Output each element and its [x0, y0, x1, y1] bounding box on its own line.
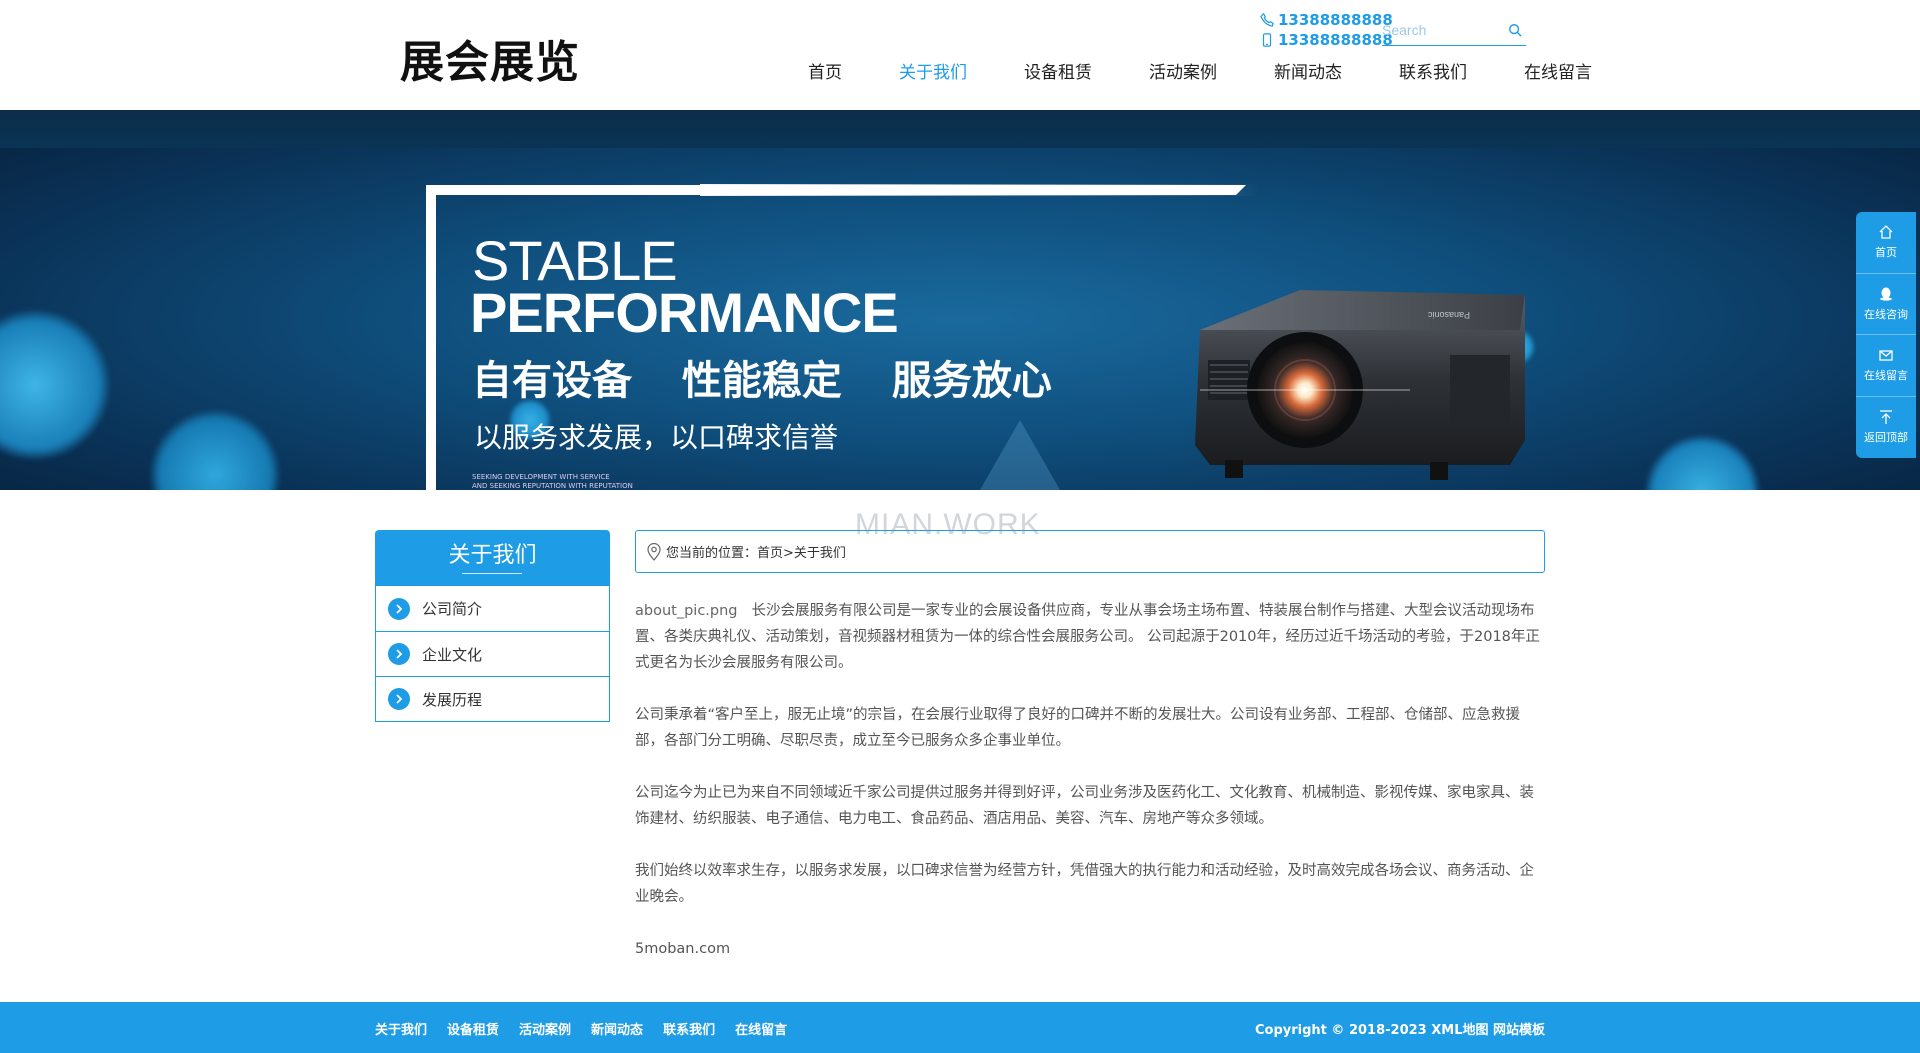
banner-en-line-2: PERFORMANCE — [470, 281, 899, 344]
sidebar-item-history[interactable]: 发展历程 — [376, 676, 609, 721]
footer-link-about[interactable]: 关于我们 — [375, 1019, 427, 1038]
mobile-icon — [1262, 33, 1272, 47]
float-message-label: 在线留言 — [1864, 369, 1908, 383]
phone-numbers: 13388888888 13388888888 — [1260, 10, 1393, 50]
content-paragraph-4: 我们始终以效率求生存，以服务求发展，以口碑求信誉为经营方针，凭借强大的执行能力和… — [635, 863, 1534, 905]
sidebar-title-text: 关于我们 — [448, 543, 537, 568]
banner-cn-line-1: 自有设备 性能稳定 服务放心 — [472, 358, 1052, 404]
float-home-label: 首页 — [1875, 246, 1897, 260]
sidebar-item-label: 企业文化 — [422, 645, 483, 664]
footer-link-news[interactable]: 新闻动态 — [591, 1019, 643, 1038]
phone-number-1: 13388888888 — [1278, 11, 1393, 29]
float-back-to-top-label: 返回顶部 — [1864, 431, 1908, 445]
float-consult-label: 在线咨询 — [1864, 307, 1908, 321]
footer-link-rental[interactable]: 设备租赁 — [447, 1019, 499, 1038]
footer-link-message[interactable]: 在线留言 — [735, 1019, 787, 1038]
breadcrumb-text: 您当前的位置：首页>关于我们 — [666, 546, 846, 561]
banner-frame-fade — [700, 184, 1260, 196]
article-content: about_pic.png 长沙会展服务有限公司是一家专业的会展设备供应商，专业从… — [635, 598, 1545, 988]
banner-small-text: SEEKING DEVELOPMENT WITH SERVICE AND SEE… — [472, 473, 633, 490]
footer-link-cases[interactable]: 活动案例 — [519, 1019, 571, 1038]
nav-contact[interactable]: 联系我们 — [1399, 58, 1467, 83]
left-sidebar: 关于我们 公司简介 企业文化 发展历程 — [375, 530, 610, 722]
banner-small-line-1: SEEKING DEVELOPMENT WITH SERVICE — [472, 473, 610, 481]
sidebar-title-underline — [462, 573, 522, 574]
sidebar-list: 公司简介 企业文化 发展历程 — [375, 586, 610, 722]
sidebar-item-label: 公司简介 — [422, 600, 483, 618]
location-pin-icon — [647, 542, 661, 561]
sidebar-item-label: 发展历程 — [422, 690, 483, 709]
nav-about[interactable]: 关于我们 — [899, 58, 967, 83]
decor-bubble — [150, 410, 280, 490]
sidebar-item-culture[interactable]: 企业文化 — [376, 631, 609, 676]
content-paragraph-1-text: 长沙会展服务有限公司是一家专业的会展设备供应商，专业从事会场主场布置、特装展台制… — [635, 603, 1540, 671]
qq-icon — [1880, 287, 1892, 301]
banner-cn-line-2: 以服务求发展，以口碑求信誉 — [474, 421, 839, 454]
phone-row-1: 13388888888 — [1260, 10, 1393, 30]
mail-icon — [1879, 350, 1893, 361]
site-footer: 关于我们 设备租赁 活动案例 新闻动态 联系我们 在线留言 Copyright … — [0, 1002, 1920, 1053]
content-paragraph-5: 5moban.com — [635, 941, 731, 957]
back-to-top-icon — [1880, 410, 1892, 425]
phone-icon — [1260, 13, 1274, 27]
float-back-to-top-button[interactable]: 返回顶部 — [1856, 397, 1916, 459]
sidebar-title: 关于我们 — [375, 530, 610, 586]
site-logo[interactable]: 展会展览 — [400, 26, 580, 90]
phone-number-2: 13388888888 — [1278, 31, 1393, 49]
chevron-right-icon — [388, 688, 410, 710]
nav-equipment-rental[interactable]: 设备租赁 — [1024, 58, 1092, 83]
hero-banner: STABLE PERFORMANCE 自有设备 性能稳定 服务放心 以服务求发展… — [0, 110, 1920, 490]
search-icon[interactable] — [1508, 23, 1522, 37]
home-icon — [1879, 225, 1893, 239]
projector-image: Panasonic — [1195, 290, 1525, 480]
footer-link-contact[interactable]: 联系我们 — [663, 1019, 715, 1038]
float-home-button[interactable]: 首页 — [1856, 212, 1916, 274]
side-float-toolbar: 首页 在线咨询 在线留言 返回顶部 — [1856, 212, 1916, 458]
decor-bubble — [1645, 435, 1760, 490]
content-paragraph-2: 公司秉承着“客户至上，服无止境”的宗旨，在会展行业取得了良好的口碑并不断的发展壮… — [635, 707, 1521, 749]
search-input[interactable] — [1382, 16, 1502, 44]
nav-news[interactable]: 新闻动态 — [1274, 58, 1342, 83]
nav-message[interactable]: 在线留言 — [1524, 58, 1592, 83]
chevron-right-icon — [388, 643, 410, 665]
sidebar-item-company-profile[interactable]: 公司简介 — [376, 586, 609, 631]
search-box — [1382, 16, 1526, 46]
projector-brand: Panasonic — [1427, 310, 1470, 320]
phone-row-2: 13388888888 — [1260, 30, 1393, 50]
nav-cases[interactable]: 活动案例 — [1149, 58, 1217, 83]
banner-top-strip — [0, 110, 1920, 148]
main-nav: 首页 关于我们 设备租赁 活动案例 新闻动态 联系我们 在线留言 — [808, 58, 1592, 83]
decor-bubble — [0, 310, 110, 460]
about-image-broken: about_pic.png — [635, 603, 738, 619]
chevron-right-icon — [388, 597, 410, 620]
content-paragraph-1: about_pic.png 长沙会展服务有限公司是一家专业的会展设备供应商，专业从… — [635, 598, 1545, 676]
breadcrumb: 您当前的位置：首页>关于我们 — [635, 530, 1545, 573]
footer-links: 关于我们 设备租赁 活动案例 新闻动态 联系我们 在线留言 — [375, 1019, 807, 1038]
float-consult-button[interactable]: 在线咨询 — [1856, 274, 1916, 335]
footer-copyright: Copyright © 2018-2023 XML地图 网站模板 — [1255, 1023, 1545, 1038]
content-paragraph-3: 公司迄今为止已为来自不同领域近千家公司提供过服务并得到好评，公司业务涉及医药化工… — [635, 785, 1534, 827]
float-message-button[interactable]: 在线留言 — [1856, 335, 1916, 397]
nav-home[interactable]: 首页 — [808, 58, 842, 83]
site-header: 展会展览 13388888888 13388888888 首页 关于我们 设备租… — [0, 0, 1920, 110]
banner-small-line-2: AND SEEKING REPUTATION WITH REPUTATION — [472, 482, 633, 490]
